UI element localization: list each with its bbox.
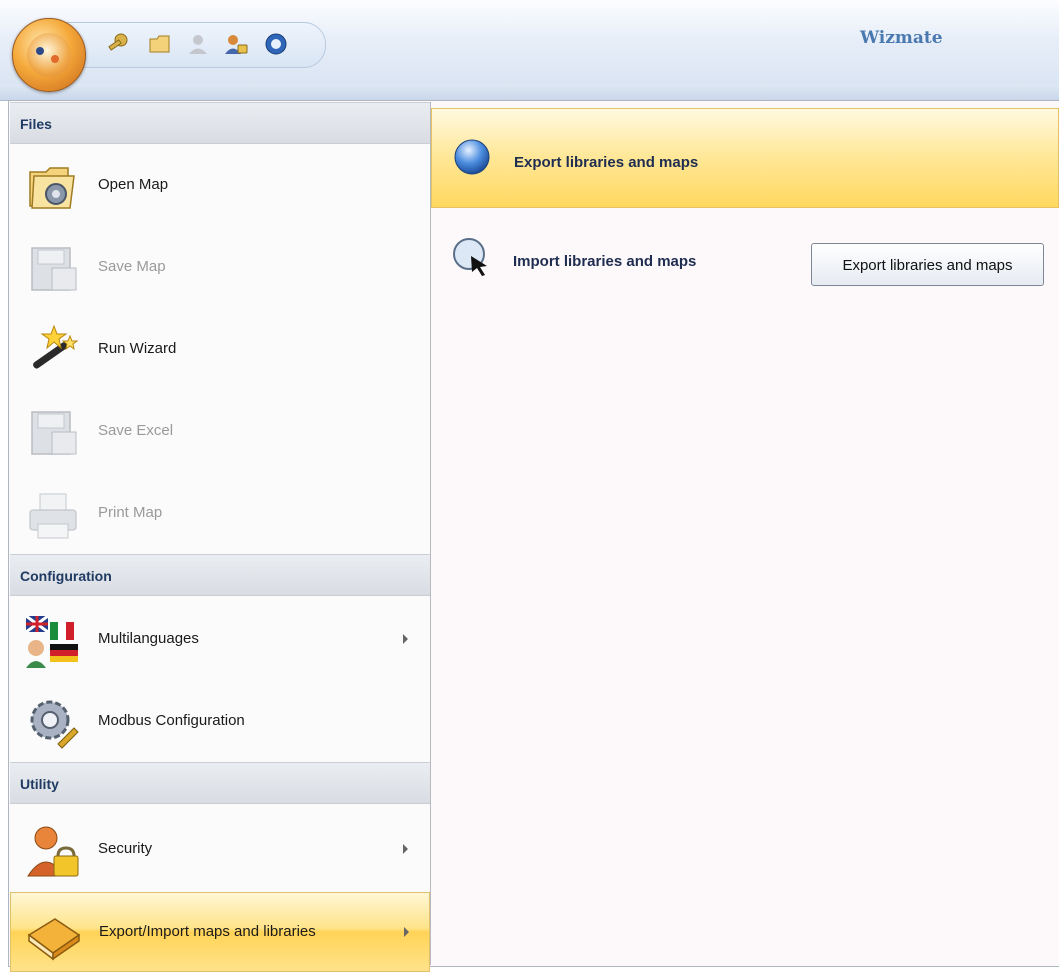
app-title: Wizmate <box>860 28 943 48</box>
print-map-label: Print Map <box>98 504 163 521</box>
menu-item-run-wizard[interactable]: Run Wizard <box>10 310 430 390</box>
import-cursor-icon <box>453 238 487 276</box>
save-excel-label: Save Excel <box>98 422 174 439</box>
open-map-label: Open Map <box>98 176 169 193</box>
run-wizard-label: Run Wizard <box>98 340 177 357</box>
key-icon[interactable] <box>105 31 131 57</box>
menu-item-export-import[interactable]: Export/Import maps and libraries <box>10 892 430 972</box>
save-excel-icon <box>31 411 77 455</box>
submenu-arrow-icon <box>404 927 409 937</box>
save-disk-icon <box>31 247 77 291</box>
quick-access-toolbar <box>66 22 326 68</box>
menu-item-print-map: Print Map <box>10 474 430 554</box>
import-libraries-label: Import libraries and maps <box>513 253 697 270</box>
user-disabled-icon <box>189 35 207 54</box>
users-icon[interactable] <box>223 31 249 57</box>
folder-icon[interactable] <box>147 31 173 57</box>
menu-item-open-map[interactable]: Open Map <box>10 146 430 226</box>
open-folder-gear-icon <box>29 167 75 209</box>
submenu-arrow-icon <box>403 844 408 854</box>
menu-item-security[interactable]: Security <box>10 810 430 890</box>
save-map-label: Save Map <box>98 258 166 275</box>
section-header-configuration: Configuration <box>10 554 430 596</box>
submenu-item-export[interactable]: Export libraries and maps <box>431 108 1059 208</box>
section-header-utility: Utility <box>10 762 430 804</box>
modbus-configuration-label: Modbus Configuration <box>98 712 245 729</box>
printer-icon <box>29 493 77 539</box>
menu-item-modbus-configuration[interactable]: Modbus Configuration <box>10 682 430 762</box>
gear-wrench-icon <box>30 700 79 749</box>
security-label: Security <box>98 840 153 857</box>
menu-item-save-map: Save Map <box>10 228 430 308</box>
title-bar: Wizmate <box>0 0 1059 101</box>
tooltip: Export libraries and maps <box>811 243 1044 286</box>
menu-item-save-excel: Save Excel <box>10 392 430 472</box>
submenu-arrow-icon <box>403 634 408 644</box>
orb-logo-icon <box>27 33 71 77</box>
multilanguages-label: Multilanguages <box>98 630 199 647</box>
ribbon-strip <box>0 84 1059 100</box>
menu-left-pane: Files Open Map Save Map Run Wizard Save … <box>10 102 431 972</box>
language-flags-icon <box>25 614 78 668</box>
section-header-files: Files <box>10 102 430 144</box>
magic-wand-icon <box>33 324 79 369</box>
application-menu-button[interactable] <box>12 18 86 92</box>
export-sphere-icon <box>454 139 490 175</box>
export-libraries-label: Export libraries and maps <box>514 154 699 171</box>
export-import-label: Export/Import maps and libraries <box>99 923 316 940</box>
user-lock-icon <box>27 826 79 877</box>
globe-icon[interactable] <box>263 31 289 57</box>
menu-item-multilanguages[interactable]: Multilanguages <box>10 600 430 680</box>
submenu-pane: Export libraries and maps Import librari… <box>431 102 1059 965</box>
book-icon <box>27 918 81 961</box>
